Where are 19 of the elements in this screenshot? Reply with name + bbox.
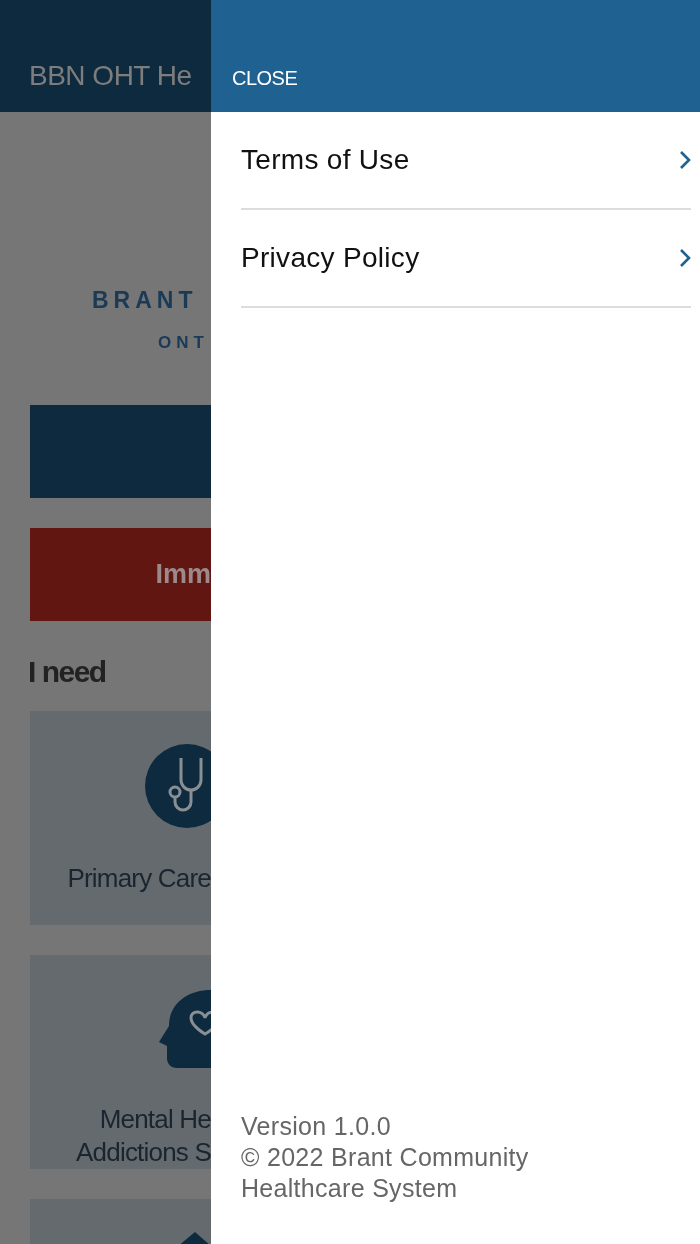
card-label: Mental He [99, 1103, 211, 1136]
card-label: Primary Care [67, 862, 211, 895]
chevron-right-icon [679, 150, 691, 170]
footer-text: Version 1.0.0 [241, 1111, 392, 1142]
logo-text: ONT [158, 333, 209, 353]
section-heading: I need [28, 655, 107, 690]
chevron-right-icon [679, 248, 691, 268]
menu-item-label: Privacy Policy [241, 242, 420, 274]
card-label: Addictions S [76, 1136, 211, 1169]
app-title: BBN OHT He [29, 60, 192, 92]
logo-text: BRANT [92, 287, 198, 314]
alert-button[interactable]: Imm [30, 528, 211, 621]
close-button[interactable]: CLOSE [232, 67, 298, 90]
menu-item[interactable]: Privacy Policy [241, 210, 691, 308]
footer-text: Healthcare System [241, 1173, 459, 1204]
stethoscope-icon [145, 744, 211, 828]
menu-item-label: Terms of Use [241, 144, 410, 176]
menu-item[interactable]: Terms of Use [241, 112, 691, 210]
footer-text: © 2022 Brant Community [241, 1142, 530, 1173]
